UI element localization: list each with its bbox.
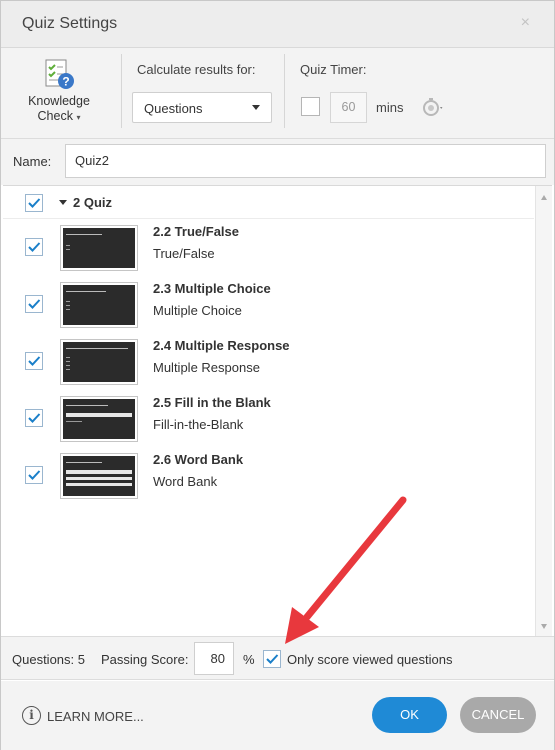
question-title: 2.6 Word Bank <box>153 452 244 467</box>
checkmark-icon <box>28 470 41 480</box>
slide-preview <box>63 342 135 382</box>
question-type: Multiple Choice <box>153 303 242 318</box>
knowledge-check-label: Knowledge Check ▾ <box>19 94 99 125</box>
question-title: 2.5 Fill in the Blank <box>153 395 271 410</box>
scroll-down-icon[interactable] <box>541 624 547 629</box>
slide-preview <box>63 456 135 496</box>
quiz-group-label: 2 Quiz <box>73 195 113 210</box>
quiz-group-row[interactable]: 2 Quiz <box>3 186 534 219</box>
quiz-settings-dialog: Quiz Settings × ? Knowledge Check ▾ Calc… <box>0 0 555 750</box>
question-checkbox[interactable] <box>25 238 43 256</box>
list-scrollbar[interactable] <box>535 186 552 636</box>
quiz-timer-minutes-input[interactable]: 60 <box>330 92 367 123</box>
passing-score-input[interactable]: 80 <box>194 642 234 675</box>
quiz-name-label: Name: <box>13 154 52 169</box>
ok-button[interactable]: OK <box>372 697 447 733</box>
cancel-button[interactable]: CANCEL <box>460 697 536 733</box>
quiz-timer-label: Quiz Timer: <box>300 62 367 77</box>
checkmark-icon <box>28 299 41 309</box>
quiz-stats-bar: Questions: 5 Passing Score: 80 % Only sc… <box>1 636 554 680</box>
timer-options-icon[interactable] <box>422 96 446 118</box>
knowledge-check-button[interactable]: ? Knowledge Check ▾ <box>19 58 99 125</box>
toolbar-divider <box>121 54 122 128</box>
collapse-caret-icon[interactable] <box>59 200 67 205</box>
settings-toolbar: ? Knowledge Check ▾ Calculate results fo… <box>1 48 554 139</box>
passing-score-label: Passing Score: <box>101 652 189 667</box>
calculate-results-value: Questions <box>144 101 203 116</box>
quiz-timer-checkbox[interactable] <box>301 97 320 116</box>
questions-count: Questions: 5 <box>12 652 85 667</box>
calculate-results-label: Calculate results for: <box>137 62 256 77</box>
question-checkbox[interactable] <box>25 352 43 370</box>
dialog-title: Quiz Settings <box>22 15 118 32</box>
question-checkbox[interactable] <box>25 466 43 484</box>
question-type: Word Bank <box>153 474 218 489</box>
only-score-viewed-label[interactable]: Only score viewed questions <box>287 652 452 667</box>
knowledge-check-line2: Check <box>37 109 73 123</box>
question-checkbox[interactable] <box>25 409 43 427</box>
dialog-actions: i LEARN MORE... OK CANCEL <box>1 681 554 750</box>
checkmark-icon <box>28 413 41 423</box>
knowledge-check-line1: Knowledge <box>28 94 90 108</box>
question-item[interactable]: 2.3 Multiple Choice Multiple Choice <box>3 281 534 339</box>
question-type: Multiple Response <box>153 360 260 375</box>
checkmark-icon <box>28 198 41 208</box>
slide-preview <box>63 285 135 325</box>
checkmark-icon <box>28 356 41 366</box>
question-item[interactable]: 2.5 Fill in the Blank Fill-in-the-Blank <box>3 395 534 453</box>
percent-sign: % <box>243 652 255 667</box>
slide-thumbnail <box>60 225 138 271</box>
close-icon[interactable]: × <box>521 14 530 32</box>
quiz-timer-unit: mins <box>376 100 404 115</box>
title-bar: Quiz Settings × <box>1 1 554 48</box>
quiz-document-icon: ? <box>45 59 74 89</box>
slide-thumbnail <box>60 453 138 499</box>
question-type: Fill-in-the-Blank <box>153 417 244 432</box>
question-item[interactable]: 2.2 True/False True/False <box>3 224 534 282</box>
slide-preview <box>63 399 135 439</box>
info-icon[interactable]: i <box>22 706 41 725</box>
slide-thumbnail <box>60 396 138 442</box>
dropdown-caret-icon <box>252 105 260 110</box>
calculate-results-dropdown[interactable]: Questions <box>132 92 272 123</box>
question-type: True/False <box>153 246 215 261</box>
question-title: 2.3 Multiple Choice <box>153 281 271 296</box>
group-checkbox[interactable] <box>25 194 43 212</box>
question-title: 2.4 Multiple Response <box>153 338 290 353</box>
question-item[interactable]: 2.6 Word Bank Word Bank <box>3 452 534 510</box>
checkmark-icon <box>28 242 41 252</box>
checkmark-icon <box>266 654 279 664</box>
quiz-name-input[interactable]: Quiz2 <box>65 144 546 178</box>
slide-thumbnail <box>60 282 138 328</box>
question-title: 2.2 True/False <box>153 224 239 239</box>
quiz-name-row: Name: Quiz2 <box>1 139 554 185</box>
slide-preview <box>63 228 135 268</box>
question-item[interactable]: 2.4 Multiple Response Multiple Response <box>3 338 534 396</box>
toolbar-divider <box>284 54 285 128</box>
only-score-viewed-checkbox[interactable] <box>263 650 281 668</box>
question-checkbox[interactable] <box>25 295 43 313</box>
svg-text:?: ? <box>62 75 69 89</box>
question-list: 2 Quiz 2.2 True/False True/False 2.3 Mul… <box>3 185 552 636</box>
scroll-up-icon[interactable] <box>541 195 547 200</box>
learn-more-link[interactable]: LEARN MORE... <box>47 709 144 724</box>
slide-thumbnail <box>60 339 138 385</box>
chevron-down-icon: ▾ <box>76 113 81 122</box>
